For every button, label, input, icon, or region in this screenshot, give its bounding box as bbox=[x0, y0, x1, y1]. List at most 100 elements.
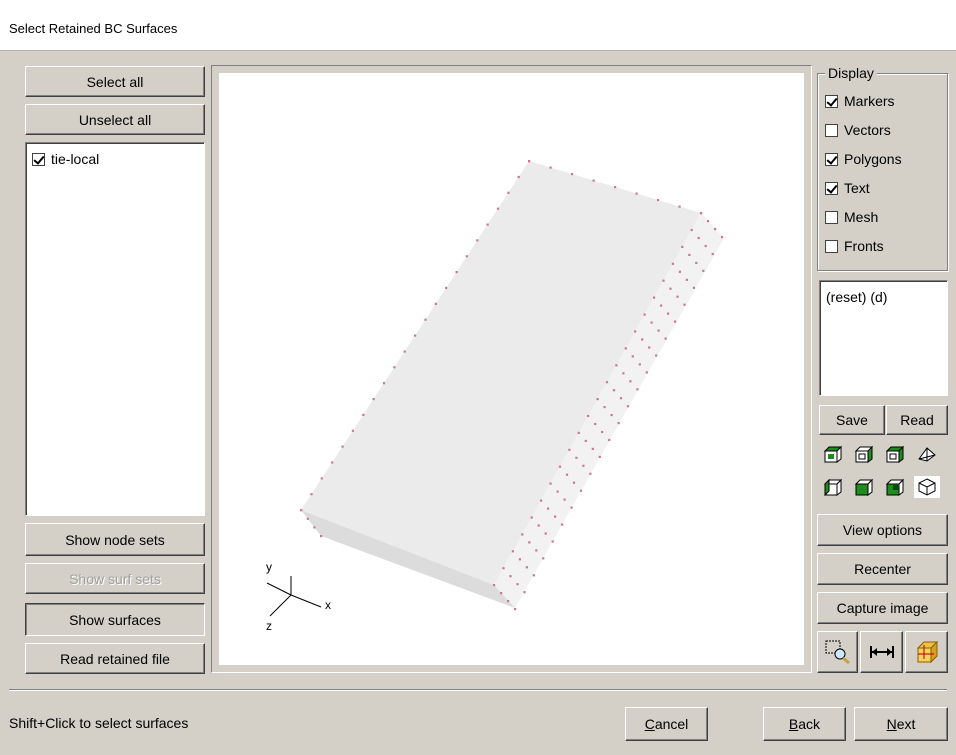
display-fronts[interactable]: Fronts bbox=[825, 238, 884, 254]
views-list-item[interactable]: (reset) (d) bbox=[826, 289, 887, 305]
surface-label: tie-local bbox=[51, 151, 100, 167]
node-marker bbox=[300, 509, 303, 512]
fronts-label: Fronts bbox=[844, 238, 884, 254]
show-node-sets-button[interactable]: Show node sets bbox=[25, 523, 205, 556]
node-marker bbox=[414, 334, 417, 337]
surface-list[interactable]: tie-local bbox=[25, 142, 205, 516]
node-marker bbox=[517, 175, 520, 179]
next-mnemonic: N bbox=[886, 716, 897, 732]
node-marker bbox=[707, 220, 710, 223]
list-item[interactable]: tie-local bbox=[32, 151, 99, 167]
node-marker bbox=[563, 498, 566, 501]
display-mesh[interactable]: Mesh bbox=[825, 209, 878, 225]
view-cube-front-icon[interactable] bbox=[820, 443, 846, 465]
measure-distance-icon[interactable] bbox=[860, 631, 903, 673]
zoom-box-icon[interactable] bbox=[817, 631, 858, 673]
node-marker bbox=[572, 481, 576, 484]
node-marker bbox=[547, 507, 550, 510]
node-marker bbox=[455, 271, 458, 274]
node-marker bbox=[306, 517, 309, 520]
polygons-label: Polygons bbox=[844, 151, 902, 167]
node-marker bbox=[702, 269, 705, 272]
node-marker bbox=[523, 591, 526, 594]
node-marker bbox=[530, 516, 533, 519]
fronts-checkbox[interactable] bbox=[825, 239, 838, 253]
node-marker bbox=[667, 312, 670, 315]
save-view-button[interactable]: Save bbox=[819, 405, 885, 435]
view-perspective-icon[interactable] bbox=[914, 443, 940, 465]
view-cube-left-icon[interactable] bbox=[820, 476, 846, 498]
node-marker bbox=[507, 191, 510, 194]
node-marker bbox=[624, 347, 627, 350]
node-marker bbox=[610, 414, 613, 417]
status-text: Shift+Click to select surfaces bbox=[9, 715, 189, 731]
vectors-checkbox[interactable] bbox=[825, 123, 838, 137]
node-marker bbox=[592, 179, 595, 182]
model-view[interactable]: y x z bbox=[219, 73, 804, 665]
view-isometric-icon[interactable] bbox=[914, 476, 940, 498]
node-marker bbox=[662, 279, 665, 282]
node-marker bbox=[631, 355, 634, 358]
node-marker bbox=[721, 236, 724, 239]
node-marker bbox=[645, 371, 648, 374]
view-cube-bottom-icon[interactable] bbox=[882, 476, 908, 498]
node-marker bbox=[582, 464, 585, 467]
view-cube-top-icon[interactable] bbox=[882, 443, 908, 465]
node-marker bbox=[535, 549, 538, 552]
node-marker bbox=[496, 207, 500, 210]
node-marker bbox=[549, 482, 552, 485]
node-marker bbox=[638, 363, 641, 366]
capture-image-button[interactable]: Capture image bbox=[817, 592, 948, 624]
cancel-button[interactable]: Cancel bbox=[625, 707, 708, 741]
display-text[interactable]: Text bbox=[825, 180, 870, 196]
next-button[interactable]: Next bbox=[854, 707, 948, 741]
node-marker bbox=[549, 166, 552, 169]
node-marker bbox=[697, 236, 700, 240]
node-marker bbox=[514, 608, 517, 611]
polygons-checkbox[interactable] bbox=[825, 152, 838, 166]
node-marker bbox=[542, 557, 545, 560]
display-group: Display Markers Vectors Polygons Text Me… bbox=[817, 65, 948, 271]
graphics-viewport[interactable]: y x z bbox=[211, 65, 812, 673]
back-mnemonic: B bbox=[788, 716, 799, 732]
mesh-checkbox[interactable] bbox=[825, 210, 838, 224]
node-marker bbox=[577, 431, 580, 434]
display-vectors[interactable]: Vectors bbox=[825, 122, 891, 138]
fit-all-icon[interactable] bbox=[905, 631, 948, 673]
node-marker bbox=[634, 330, 637, 333]
node-marker bbox=[688, 253, 691, 256]
view-cube-back-icon[interactable] bbox=[851, 476, 877, 498]
unselect-all-button[interactable]: Unselect all bbox=[25, 104, 205, 135]
node-marker bbox=[434, 302, 437, 305]
back-button[interactable]: Back bbox=[763, 707, 846, 741]
display-markers[interactable]: Markers bbox=[825, 93, 895, 109]
node-marker bbox=[626, 405, 630, 408]
node-marker bbox=[676, 295, 679, 298]
node-marker bbox=[351, 429, 354, 432]
text-checkbox[interactable] bbox=[825, 181, 838, 195]
cancel-mnemonic: C bbox=[644, 716, 655, 732]
node-marker bbox=[587, 414, 590, 418]
node-marker bbox=[619, 397, 623, 400]
display-polygons[interactable]: Polygons bbox=[825, 151, 902, 167]
graphics-canvas[interactable]: y x z bbox=[219, 73, 804, 665]
view-options-button[interactable]: View options bbox=[817, 514, 948, 546]
views-list[interactable]: (reset) (d) bbox=[819, 280, 948, 396]
node-marker bbox=[664, 337, 667, 340]
node-marker bbox=[622, 372, 625, 375]
node-marker bbox=[601, 430, 604, 434]
show-surfaces-button[interactable]: Show surfaces bbox=[25, 603, 205, 636]
view-cube-side-icon[interactable] bbox=[851, 443, 877, 465]
surface-checkbox[interactable] bbox=[32, 152, 45, 166]
markers-checkbox[interactable] bbox=[825, 94, 838, 108]
node-marker bbox=[320, 535, 323, 538]
read-retained-file-button[interactable]: Read retained file bbox=[25, 643, 205, 674]
recenter-button[interactable]: Recenter bbox=[817, 553, 948, 585]
node-marker bbox=[683, 303, 686, 306]
node-marker bbox=[486, 223, 489, 226]
node-marker bbox=[657, 199, 660, 202]
node-marker bbox=[579, 489, 583, 492]
read-view-button[interactable]: Read bbox=[886, 405, 948, 435]
node-marker bbox=[502, 567, 505, 570]
select-all-button[interactable]: Select all bbox=[25, 66, 205, 97]
